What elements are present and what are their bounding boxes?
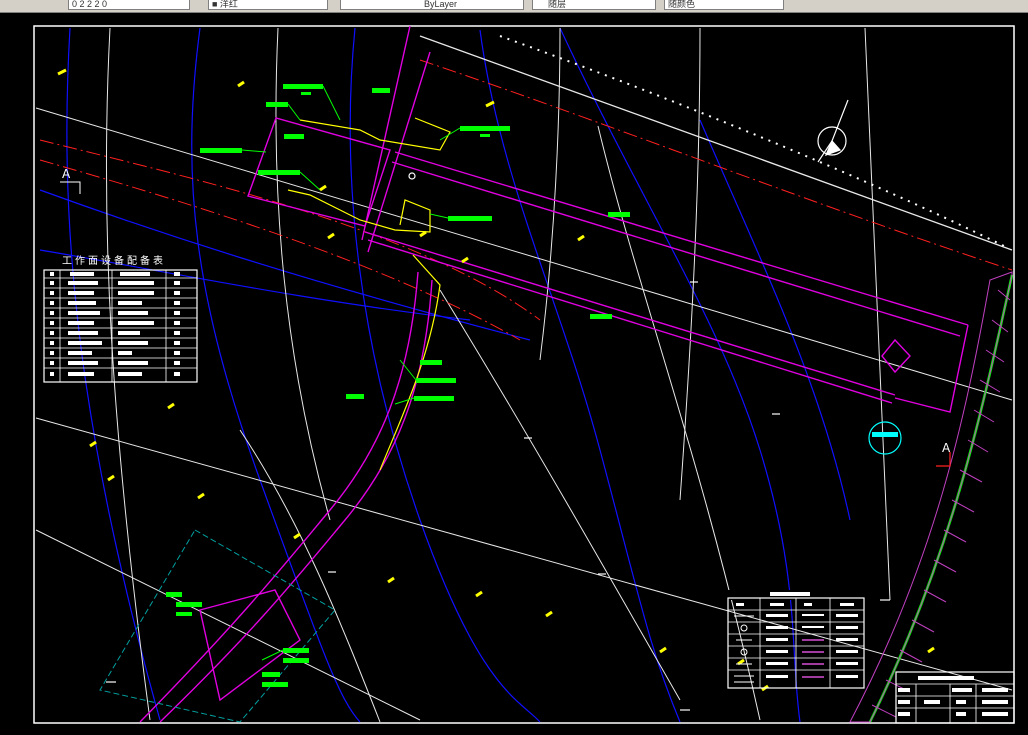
lineweight-dropdown-value: 随层 bbox=[548, 0, 567, 9]
svg-text:A: A bbox=[62, 167, 71, 181]
equipment-table: 工作面设备配备表 bbox=[43, 254, 198, 383]
equipment-layout bbox=[287, 117, 451, 471]
section-mark-right: A bbox=[936, 441, 951, 467]
river-hatch bbox=[849, 271, 1014, 723]
title-block bbox=[895, 671, 1015, 724]
water-pump-label bbox=[872, 432, 898, 437]
equipment-table-title: 工作面设备配备表 bbox=[62, 254, 166, 267]
lineweight-dropdown[interactable]: 随层 bbox=[532, 0, 656, 10]
water-pump-marker bbox=[868, 421, 902, 455]
roadway-structures bbox=[139, 25, 969, 723]
layer-dropdown[interactable]: 0 2 2 2 0 bbox=[68, 0, 190, 10]
plotstyle-dropdown-value: 随颜色 bbox=[668, 0, 696, 9]
road-boundary bbox=[499, 35, 1009, 249]
legend-table bbox=[727, 590, 865, 689]
svg-text:A: A bbox=[942, 441, 951, 455]
linetype-dropdown[interactable]: ByLayer bbox=[340, 0, 524, 10]
section-mark-left: A bbox=[60, 167, 81, 194]
drawing-canvas[interactable]: A A 工作面设备配备表 bbox=[0, 12, 1028, 735]
drawing-border bbox=[33, 25, 1015, 724]
plotstyle-dropdown[interactable]: 随颜色 bbox=[664, 0, 784, 10]
linetype-dropdown-value: ByLayer bbox=[424, 0, 458, 9]
north-arrow-icon bbox=[817, 99, 849, 163]
color-dropdown[interactable]: ■ 洋红 bbox=[208, 0, 328, 10]
layer-dropdown-value: 0 2 2 2 0 bbox=[72, 0, 108, 9]
survey-points bbox=[106, 172, 890, 711]
color-dropdown-value: ■ 洋红 bbox=[212, 0, 238, 9]
guide-lines bbox=[35, 27, 1013, 723]
